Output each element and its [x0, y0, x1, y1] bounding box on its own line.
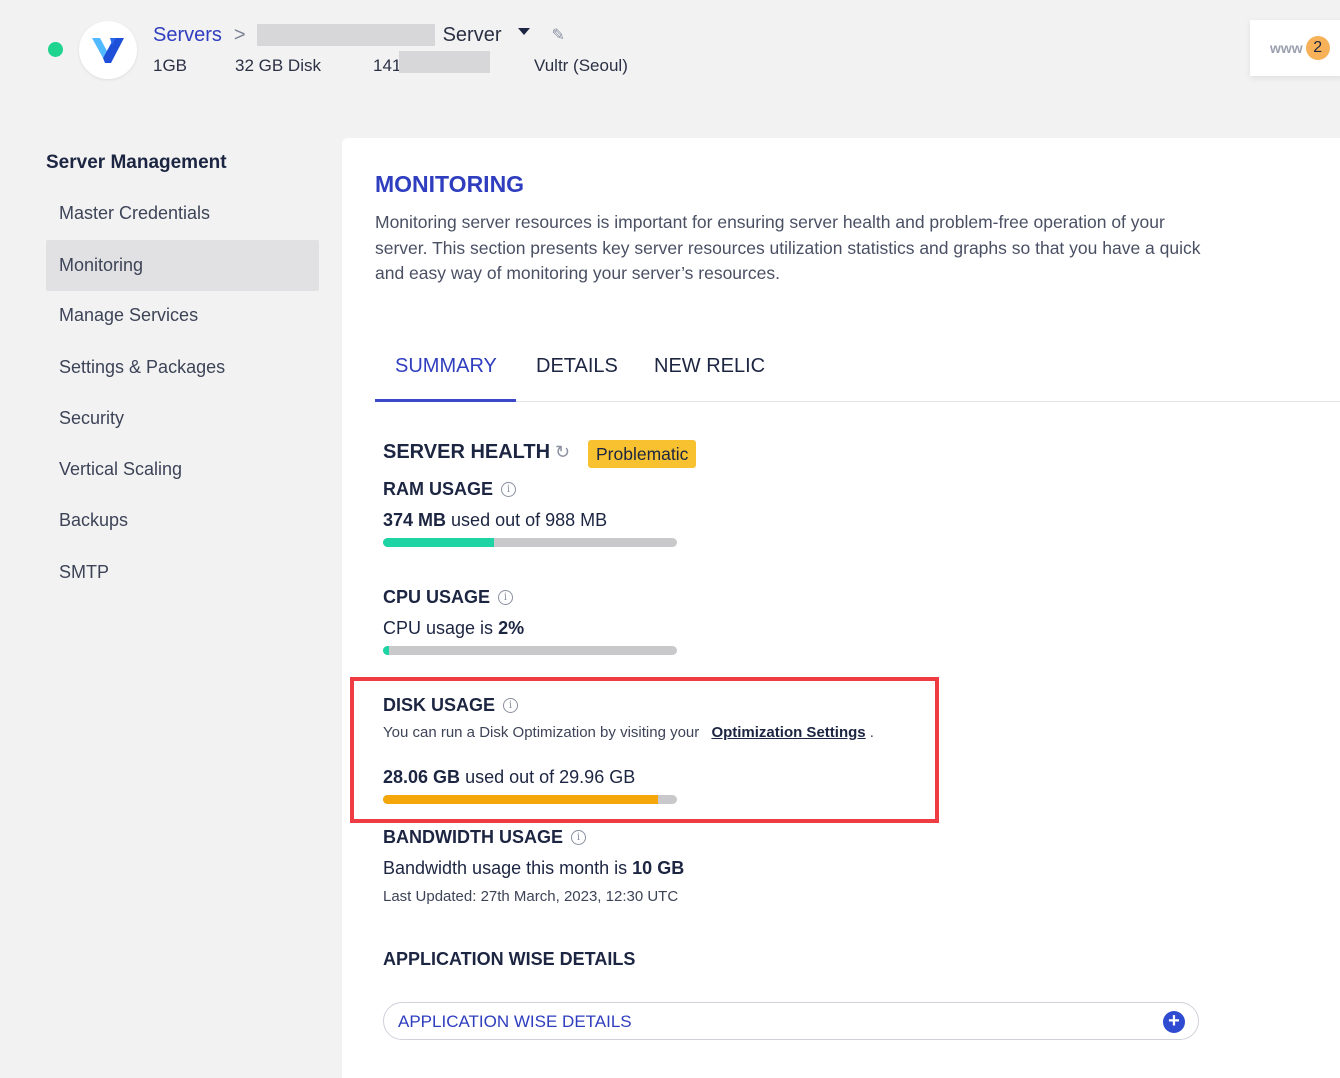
tab-new-relic[interactable]: NEW RELIC [654, 355, 765, 378]
server-status-dot [48, 42, 63, 57]
ram-usage-heading: RAM USAGE i [383, 479, 517, 500]
bandwidth-prefix: Bandwidth usage this month is [383, 858, 628, 878]
cpu-usage-title: CPU USAGE [383, 587, 491, 607]
www-count-badge: 2 [1305, 36, 1330, 60]
server-provider: Vultr (Seoul) [534, 56, 628, 75]
server-disk-spec: 32 GB Disk [235, 56, 321, 75]
cpu-usage-text: CPU usage is 2% [383, 618, 524, 639]
cpu-usage-fill [383, 646, 389, 655]
sidebar-title: Server Management [46, 152, 227, 173]
info-icon[interactable]: i [501, 482, 517, 497]
disk-total-value: 29.96 GB [559, 767, 636, 787]
disk-note-suffix: . [869, 724, 874, 741]
server-name: Server [442, 23, 502, 46]
disk-used-mid: used out of [465, 767, 555, 787]
info-icon[interactable]: i [498, 590, 514, 605]
active-tab-indicator [375, 399, 516, 402]
sidebar-item-manage-services[interactable]: Manage Services [46, 290, 319, 341]
sidebar-item-settings-packages[interactable]: Settings & Packages [46, 342, 319, 393]
ram-usage-text: 374 MB used out of 988 MB [383, 510, 607, 531]
ram-usage-fill [383, 538, 495, 547]
ram-usage-bar [383, 538, 677, 547]
breadcrumb-servers-link[interactable]: Servers [153, 24, 222, 47]
disk-optimization-note: You can run a Disk Optimization by visit… [383, 724, 874, 741]
breadcrumb-separator-icon: > [233, 23, 246, 46]
intro-text: Monitoring server resources is important… [375, 212, 1201, 283]
ram-used-value: 374 MB [383, 510, 447, 530]
tab-summary[interactable]: SUMMARY [395, 355, 497, 378]
application-wise-title: APPLICATION WISE DETAILS [383, 949, 636, 969]
redacted-server-name [256, 24, 435, 46]
ram-total-value: 988 MB [545, 510, 608, 530]
application-wise-accordion-label: APPLICATION WISE DETAILS [398, 1012, 632, 1031]
bandwidth-usage-title: BANDWIDTH USAGE [383, 827, 563, 847]
cpu-usage-value: 2% [498, 618, 525, 638]
plus-icon[interactable]: + [1163, 1011, 1185, 1033]
bandwidth-usage-text: Bandwidth usage this month is 10 GB [383, 858, 684, 879]
sidebar-item-master-credentials[interactable]: Master Credentials [46, 188, 319, 239]
ram-usage-title: RAM USAGE [383, 479, 494, 499]
edit-pencil-icon[interactable]: ✎ [552, 25, 565, 45]
vultr-logo [79, 21, 137, 79]
tab-details[interactable]: DETAILS [536, 355, 618, 378]
redacted-server-ip [399, 51, 490, 73]
application-wise-accordion[interactable]: APPLICATION WISE DETAILS + [383, 1002, 1199, 1040]
info-icon[interactable]: i [571, 830, 586, 845]
breadcrumb: Servers > Server ✎ [153, 22, 565, 48]
optimization-settings-link[interactable]: Optimization Settings [711, 724, 865, 741]
page-title: MONITORING [375, 171, 525, 197]
disk-used-value: 28.06 GB [383, 767, 461, 787]
disk-usage-title: DISK USAGE [383, 695, 496, 715]
cpu-usage-prefix: CPU usage is [383, 618, 494, 638]
www-applications-button[interactable]: www 2 [1250, 20, 1340, 76]
health-status-badge: Problematic [588, 440, 697, 468]
bandwidth-last-updated: Last Updated: 27th March, 2023, 12:30 UT… [383, 888, 679, 905]
server-dropdown-caret-icon[interactable] [517, 27, 530, 35]
server-ram-spec: 1GB [153, 56, 188, 75]
disk-usage-heading: DISK USAGE i [383, 695, 519, 716]
disk-usage-bar [383, 795, 677, 804]
disk-usage-text: 28.06 GB used out of 29.96 GB [383, 767, 635, 788]
server-health-title: SERVER HEALTH [383, 441, 551, 463]
sidebar-item-security[interactable]: Security [46, 393, 319, 444]
bandwidth-value: 10 GB [632, 858, 685, 878]
sidebar-item-backups[interactable]: Backups [46, 495, 319, 546]
sidebar-item-smtp[interactable]: SMTP [46, 547, 319, 598]
info-icon[interactable]: i [503, 698, 519, 713]
disk-note-prefix: You can run a Disk Optimization by visit… [383, 724, 700, 741]
cpu-usage-bar [383, 646, 677, 655]
disk-usage-fill [383, 795, 659, 804]
cpu-usage-heading: CPU USAGE i [383, 587, 514, 608]
bandwidth-usage-heading: BANDWIDTH USAGE i [383, 827, 586, 848]
sidebar-item-monitoring[interactable]: Monitoring [46, 240, 319, 291]
ram-used-mid: used out of [451, 510, 541, 530]
tabs-divider [375, 401, 1340, 402]
www-label: www [1270, 40, 1303, 56]
refresh-icon[interactable]: ↻ [555, 442, 570, 463]
sidebar-item-vertical-scaling[interactable]: Vertical Scaling [46, 444, 319, 495]
